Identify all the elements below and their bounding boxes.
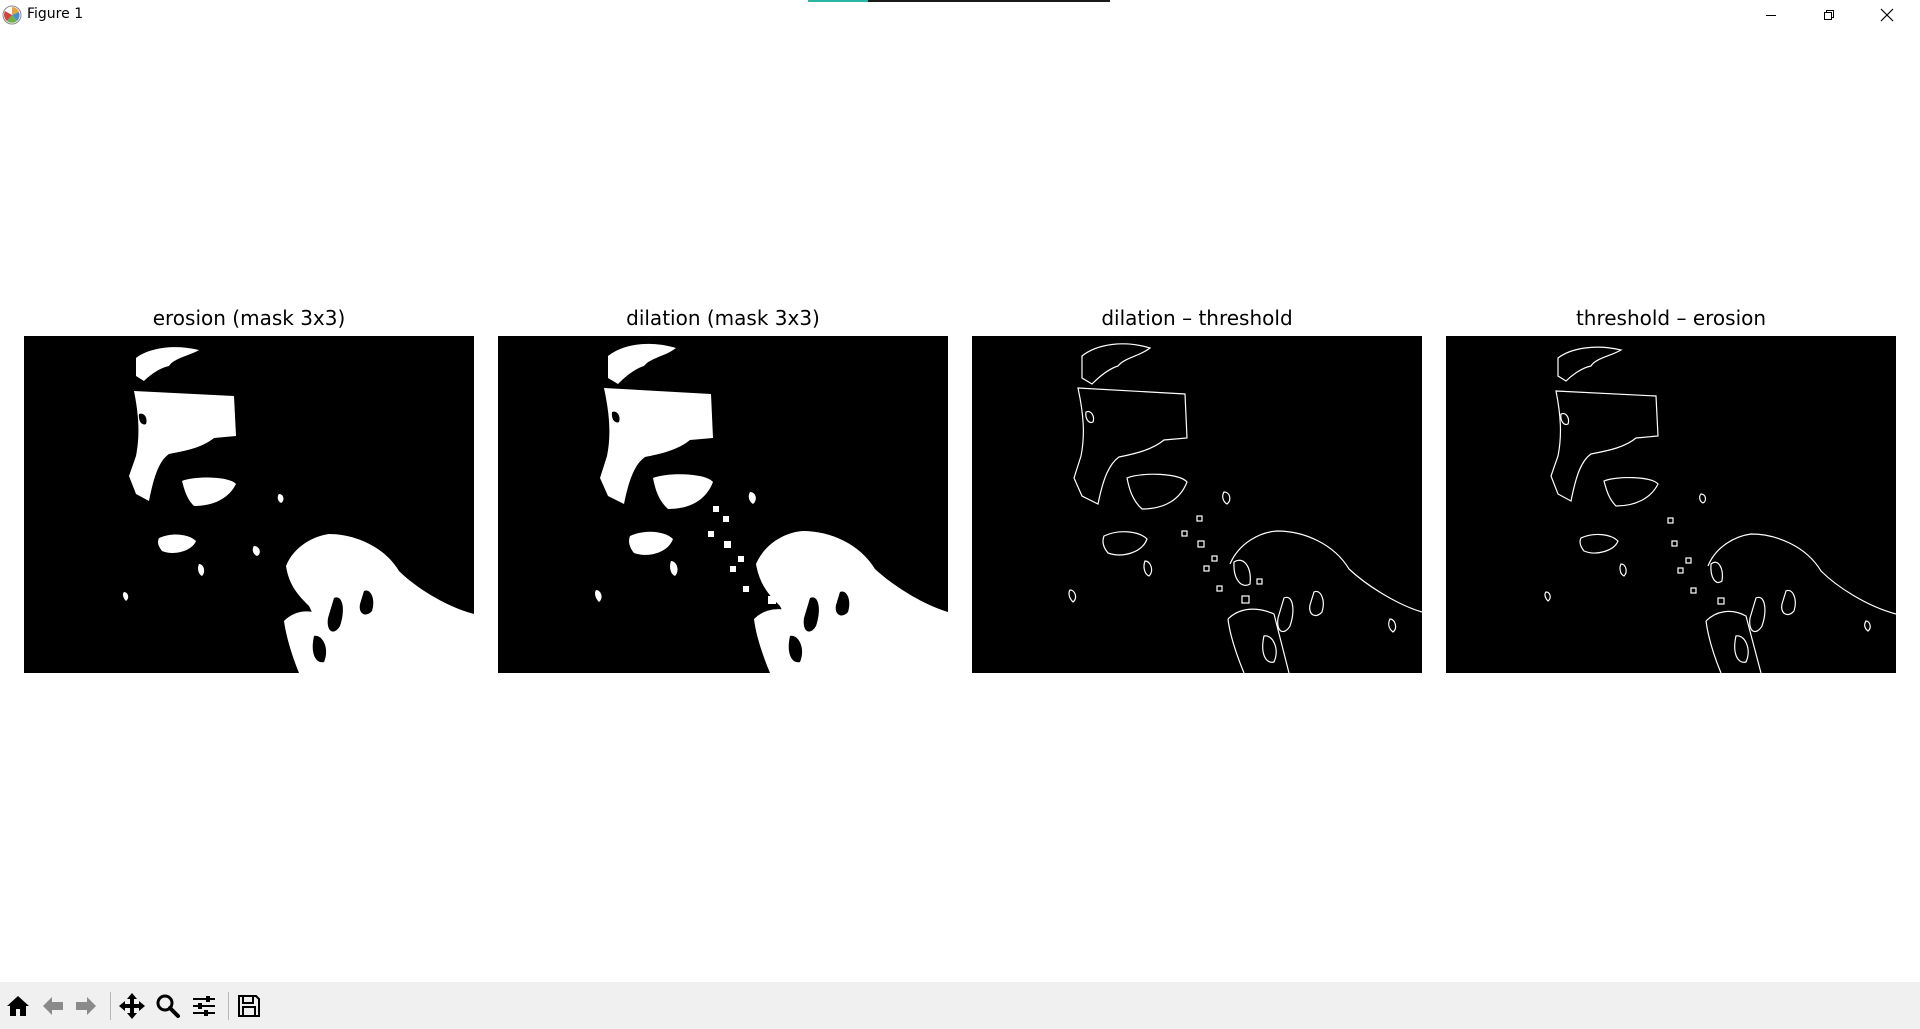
- threshold-minus-erosion-image: [1544, 346, 1896, 673]
- progress-fill: [808, 0, 869, 2]
- pan-icon: [119, 993, 145, 1019]
- zoom-button[interactable]: [152, 990, 184, 1022]
- forward-button[interactable]: [70, 990, 102, 1022]
- close-icon: [1880, 8, 1894, 22]
- configure-subplots-button[interactable]: [188, 990, 220, 1022]
- toolbar-separator: [228, 992, 229, 1020]
- image-panel-threshold-minus-erosion: [1446, 336, 1896, 673]
- image-panel-dilation: [498, 336, 948, 673]
- configure-subplots-icon: [193, 996, 215, 1016]
- dilation-mask-image: [595, 343, 948, 673]
- toolbar-separator: [110, 992, 111, 1020]
- zoom-icon: [156, 994, 180, 1018]
- minimize-button[interactable]: [1742, 0, 1800, 30]
- window-title-bar: Figure 1: [0, 0, 1920, 30]
- home-icon: [7, 996, 29, 1016]
- save-button[interactable]: [233, 990, 265, 1022]
- home-button[interactable]: [2, 990, 34, 1022]
- subplot-title-erosion: erosion (mask 3x3): [152, 306, 346, 330]
- close-button[interactable]: [1858, 0, 1916, 30]
- minimize-icon: [1766, 15, 1776, 16]
- progress-indicator: [808, 0, 1110, 2]
- window-title: Figure 1: [27, 6, 84, 22]
- back-button[interactable]: [37, 990, 69, 1022]
- image-panel-dilation-minus-threshold: [972, 336, 1422, 673]
- save-icon: [238, 995, 260, 1017]
- restore-button[interactable]: [1800, 0, 1858, 30]
- subplot-title-dilation-minus-threshold: dilation – threshold: [1101, 306, 1293, 330]
- forward-arrow-icon: [76, 997, 96, 1015]
- subplot-title-threshold-minus-erosion: threshold – erosion: [1575, 306, 1767, 330]
- dilation-minus-threshold-image: [1068, 343, 1422, 673]
- navigation-toolbar: [0, 982, 1920, 1029]
- figure-canvas: erosion (mask 3x3) dilation (mask 3x3) d…: [0, 30, 1920, 982]
- image-panel-erosion: [24, 336, 474, 673]
- matplotlib-logo-icon: [2, 5, 22, 25]
- pan-button[interactable]: [116, 990, 148, 1022]
- subplot-title-dilation: dilation (mask 3x3): [626, 306, 820, 330]
- restore-icon: [1824, 10, 1834, 20]
- back-arrow-icon: [43, 997, 63, 1015]
- erosion-mask-image: [122, 347, 474, 673]
